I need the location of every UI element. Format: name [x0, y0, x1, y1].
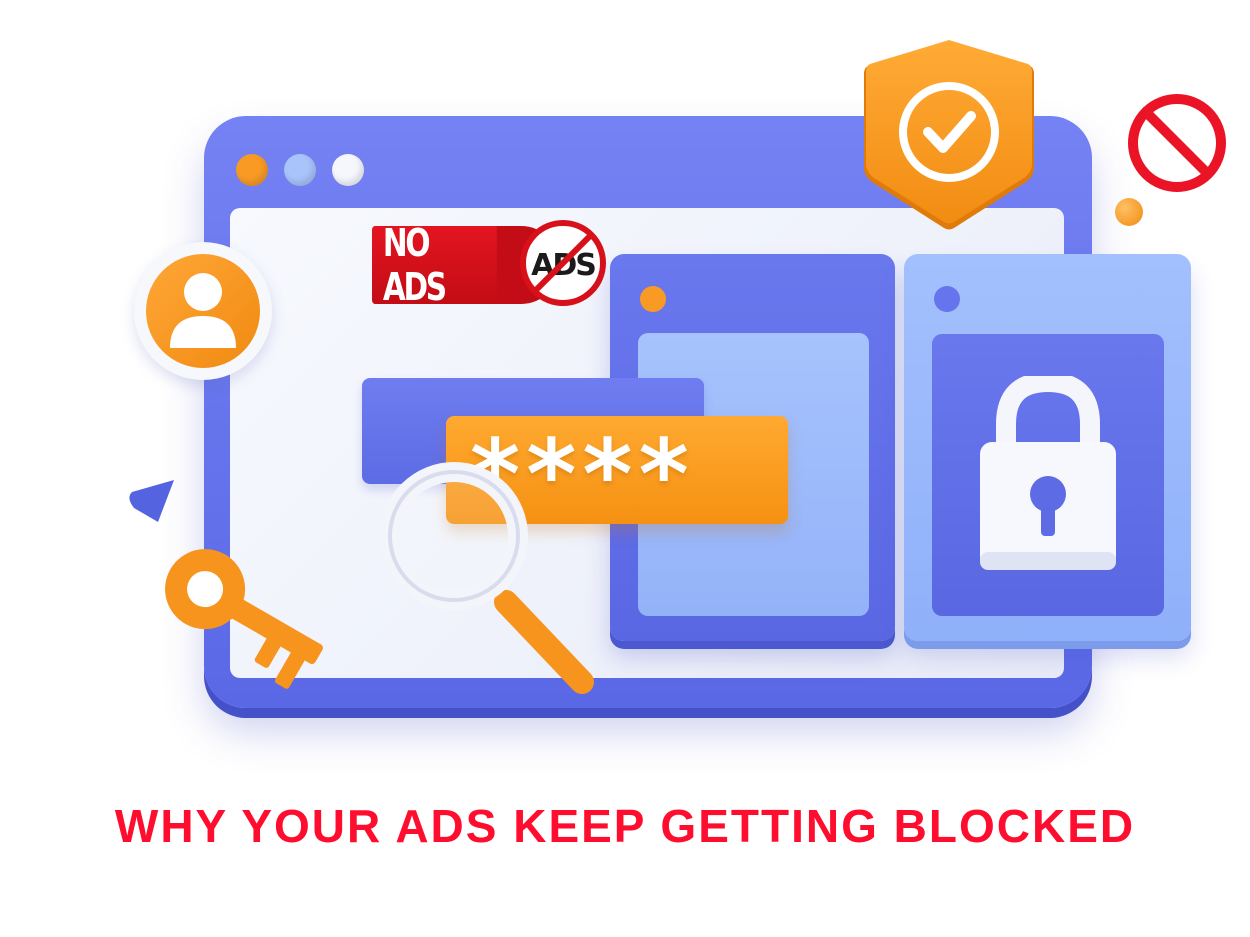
key-icon — [165, 549, 323, 689]
right-panel-dot — [934, 286, 960, 312]
cone-icon — [129, 480, 174, 522]
magnifier-icon — [380, 462, 594, 694]
left-panel-dot — [640, 286, 666, 312]
decorative-orange-ball — [1115, 198, 1143, 226]
prohibited-icon — [1128, 94, 1226, 192]
user-icon — [170, 273, 236, 348]
no-ads-circle-icon: ADS — [520, 220, 606, 306]
window-dot-blue — [284, 154, 316, 186]
shield-check-icon — [864, 40, 1034, 230]
padlock-icon — [980, 376, 1116, 570]
window-dot-white — [332, 154, 364, 186]
window-dot-orange — [236, 154, 268, 186]
headline: WHY YOUR ADS KEEP GETTING BLOCKED — [114, 800, 1136, 852]
no-ads-badge: NO ADS — [372, 221, 497, 309]
